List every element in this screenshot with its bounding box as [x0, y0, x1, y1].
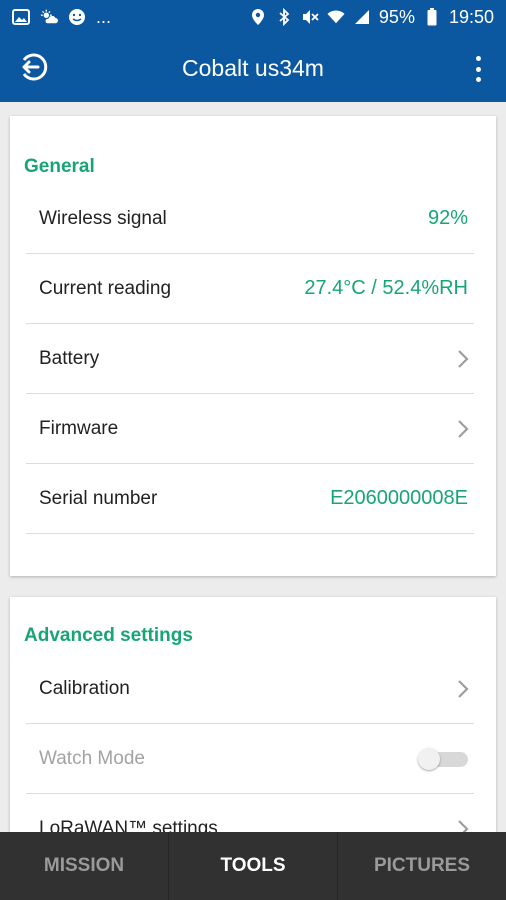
tab-mission[interactable]: MISSION [0, 832, 169, 900]
battery-percent: 95% [378, 6, 415, 27]
row-label: Firmware [39, 417, 119, 439]
page-title: Cobalt us34m [182, 54, 324, 81]
general-card: General Wireless signal 92% Current read… [10, 116, 496, 576]
watch-mode-toggle[interactable] [418, 747, 470, 770]
serial-number-row: Serial number E2060000008E [26, 464, 474, 534]
mute-icon [301, 8, 319, 26]
clock: 19:50 [448, 6, 494, 27]
status-bar: ... 95% 19:50 [0, 0, 506, 34]
row-label: Calibration [39, 677, 130, 699]
row-label: Battery [39, 347, 100, 369]
tab-pictures[interactable]: PICTURES [338, 832, 506, 900]
current-reading-value: 27.4°C / 52.4%RH [304, 277, 468, 299]
row-label: Current reading [39, 277, 172, 299]
weather-icon [40, 8, 58, 26]
bluetooth-icon [275, 8, 293, 26]
image-icon [12, 8, 30, 26]
more-notifications: ... [96, 6, 112, 27]
location-icon [249, 8, 267, 26]
row-label: Watch Mode [39, 747, 145, 769]
current-reading-row: Current reading 27.4°C / 52.4%RH [26, 254, 474, 324]
main-content[interactable]: General Wireless signal 92% Current read… [0, 102, 506, 832]
lorawan-settings-row[interactable]: LoRaWAN™ settings [26, 794, 474, 832]
app-bar: Cobalt us34m [0, 34, 506, 102]
row-label: LoRaWAN™ settings [39, 817, 218, 833]
row-label: Serial number [39, 487, 158, 509]
status-bar-right: 95% 19:50 [249, 7, 494, 28]
chevron-right-icon [454, 418, 472, 440]
firmware-row[interactable]: Firmware [26, 394, 474, 464]
wireless-signal-row: Wireless signal 92% [26, 184, 474, 254]
wifi-icon [327, 8, 345, 26]
toggle-thumb [418, 747, 440, 770]
signal-icon [353, 8, 371, 26]
chevron-right-icon [454, 818, 472, 832]
bottom-nav: MISSION TOOLS PICTURES [0, 832, 506, 900]
tab-tools[interactable]: TOOLS [169, 832, 338, 900]
status-bar-left: ... [12, 7, 111, 28]
wireless-signal-value: 92% [427, 207, 468, 229]
general-section-title: General [24, 156, 95, 177]
battery-icon [423, 8, 441, 26]
watch-mode-row: Watch Mode [26, 724, 474, 794]
smiley-icon [68, 8, 86, 26]
calibration-row[interactable]: Calibration [26, 654, 474, 724]
more-vertical-icon [475, 56, 481, 61]
chevron-right-icon [454, 678, 472, 700]
row-label: Wireless signal [39, 207, 167, 229]
chevron-right-icon [454, 348, 472, 370]
advanced-settings-card: Advanced settings Calibration Watch Mode… [10, 597, 496, 832]
overflow-menu-button[interactable] [470, 54, 486, 84]
exit-button[interactable] [14, 50, 52, 88]
advanced-section-title: Advanced settings [24, 625, 193, 646]
serial-number-value: E2060000008E [330, 487, 468, 509]
exit-icon [16, 50, 50, 89]
battery-row[interactable]: Battery [26, 324, 474, 394]
